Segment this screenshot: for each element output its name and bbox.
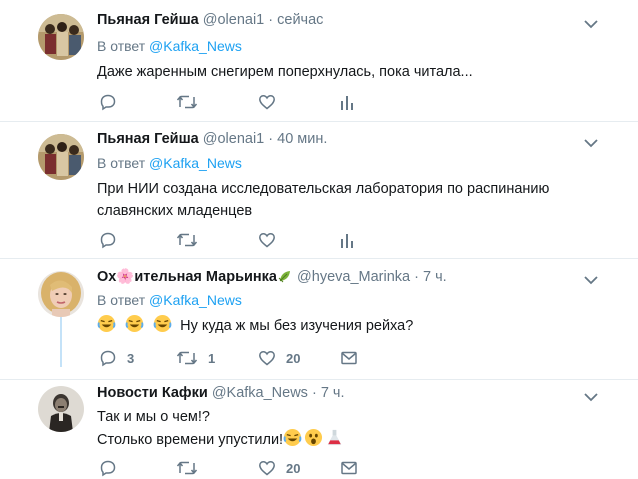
tweet-text-line: Ну куда ж мы без изучения рейха?: [180, 318, 414, 334]
reply-icon: [100, 232, 116, 249]
timestamp[interactable]: · 40 мин.: [268, 131, 327, 147]
reply-button[interactable]: 3: [99, 347, 134, 369]
analytics-button[interactable]: [340, 91, 354, 113]
tweet-text-line: При НИИ создана исследовательская лабора…: [97, 181, 550, 197]
avatar[interactable]: [38, 134, 84, 180]
direct-message-icon: [341, 351, 357, 365]
tweet-header: Новости Кафки @Kafka_News · 7 ч.: [97, 385, 345, 401]
laughing-emoji-icon: [125, 314, 144, 333]
display-name[interactable]: Пьяная Гейша: [97, 131, 199, 147]
retweet-icon: [176, 95, 198, 109]
display-name[interactable]: Ох🌸ительная Марьинка: [97, 269, 277, 285]
reply-count: 3: [127, 350, 135, 366]
retweet-icon: [176, 233, 198, 247]
handle[interactable]: @olenai1: [203, 12, 264, 28]
heart-icon: [259, 461, 275, 476]
heart-icon: [259, 351, 275, 366]
mention-link[interactable]: @Kafka_News: [149, 292, 242, 308]
chevron-down-icon[interactable]: [583, 17, 599, 29]
like-button[interactable]: 20: [258, 347, 300, 369]
heart-icon: [259, 95, 275, 110]
direct-message-icon: [341, 461, 357, 475]
tweet[interactable]: Ох🌸ительная Марьинка @hyeva_Marinka · 7 …: [0, 259, 638, 379]
handle[interactable]: @Kafka_News: [212, 385, 308, 401]
timestamp[interactable]: · сейчас: [268, 12, 323, 28]
reply-prefix: В ответ: [97, 155, 146, 171]
analytics-button[interactable]: [340, 229, 354, 251]
avatar[interactable]: [38, 271, 84, 317]
chevron-down-icon[interactable]: [583, 273, 599, 285]
like-button[interactable]: [258, 229, 276, 251]
laughing-emoji-icon: [153, 314, 172, 333]
tweet[interactable]: Пьяная Гейша @olenai1 · 40 мин. В ответ …: [0, 122, 638, 258]
thread-connector: [60, 317, 62, 367]
tweet[interactable]: Пьяная Гейша @olenai1 · сейчас В ответ @…: [0, 0, 638, 121]
retweet-icon: [176, 461, 198, 475]
retweet-button[interactable]: [176, 229, 198, 251]
reply-button[interactable]: [99, 229, 117, 251]
mention-link[interactable]: @Kafka_News: [149, 155, 242, 171]
retweet-icon: [176, 351, 198, 365]
tweet-actions: 20: [97, 457, 397, 479]
avatar[interactable]: [38, 14, 84, 60]
chevron-down-icon[interactable]: [583, 390, 599, 402]
reply-prefix: В ответ: [97, 38, 146, 54]
tweet-text-line: Даже жаренным снегирем поперхнулась, пок…: [97, 64, 473, 80]
mention-link[interactable]: @Kafka_News: [149, 38, 242, 54]
tweet-actions: 3 1 20: [97, 347, 397, 369]
like-count: 20: [286, 460, 301, 476]
analytics-icon: [341, 234, 353, 248]
handle[interactable]: @olenai1: [203, 131, 264, 147]
heart-icon: [259, 233, 275, 248]
like-count: 20: [286, 350, 301, 366]
tweet-text: При НИИ создана исследовательская лабора…: [97, 178, 549, 222]
reply-icon: [100, 460, 116, 477]
reply-context: В ответ @Kafka_News: [97, 155, 242, 171]
flask-emoji-icon: [327, 429, 342, 446]
reply-prefix: В ответ: [97, 292, 146, 308]
tweet-text: Так и мы о чем!? Столько времени упустил…: [97, 406, 344, 451]
reply-icon: [100, 350, 116, 367]
tweet-text-line: славянских младенцев: [97, 203, 253, 219]
chevron-down-icon[interactable]: [583, 136, 599, 148]
laughing-emoji-icon: [97, 314, 116, 333]
reply-context: В ответ @Kafka_News: [97, 292, 242, 308]
reply-button[interactable]: [99, 457, 127, 479]
reply-icon: [100, 94, 116, 111]
retweet-count: 1: [208, 350, 216, 366]
tweet-text-line: Так и мы о чем!?: [97, 409, 210, 425]
avatar[interactable]: [38, 386, 84, 432]
leaf-emoji-icon: [278, 271, 290, 283]
tweet-text-row: Столько времени упустили!: [97, 428, 344, 451]
retweet-button[interactable]: [176, 91, 198, 113]
reply-context: В ответ @Kafka_News: [97, 38, 242, 54]
timestamp[interactable]: · 7 ч.: [414, 269, 447, 285]
tweet-actions: [97, 229, 397, 251]
timestamp[interactable]: · 7 ч.: [312, 385, 345, 401]
tweet[interactable]: Новости Кафки @Kafka_News · 7 ч. Так и м…: [0, 380, 638, 479]
tweet-header: Пьяная Гейша @olenai1 · 40 мин.: [97, 131, 327, 147]
tweet-text-line: Столько времени упустили!: [97, 432, 284, 448]
tweet-header: Пьяная Гейша @olenai1 · сейчас: [97, 12, 323, 28]
reply-button[interactable]: [99, 91, 117, 113]
tweet-text: Даже жаренным снегирем поперхнулась, пок…: [97, 61, 473, 83]
retweet-button[interactable]: [176, 457, 208, 479]
tweet-header: Ох🌸ительная Марьинка @hyeva_Marinka · 7 …: [97, 268, 447, 285]
laughing-emoji-icon: [283, 428, 302, 447]
display-name[interactable]: Новости Кафки: [97, 385, 208, 401]
tweet-actions: [97, 91, 397, 113]
like-button[interactable]: 20: [258, 457, 300, 479]
like-button[interactable]: [258, 91, 276, 113]
handle[interactable]: @hyeva_Marinka: [297, 269, 410, 285]
analytics-icon: [341, 96, 353, 110]
astonished-emoji-icon: [305, 428, 323, 447]
display-name[interactable]: Пьяная Гейша: [97, 12, 199, 28]
direct-message-button[interactable]: [340, 347, 358, 369]
tweet-text: Ну куда ж мы без изучения рейха?: [97, 314, 413, 337]
direct-message-button[interactable]: [340, 457, 358, 479]
retweet-button[interactable]: 1: [176, 347, 215, 369]
